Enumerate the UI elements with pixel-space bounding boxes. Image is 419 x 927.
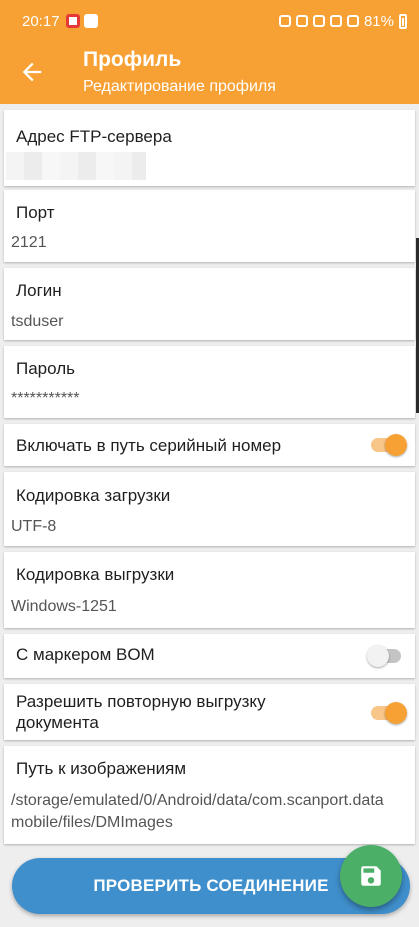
system-icons: 81% bbox=[278, 12, 407, 30]
port-label: Порт bbox=[16, 203, 55, 222]
bom-marker-toggle[interactable] bbox=[367, 645, 401, 667]
mute-icon bbox=[312, 15, 325, 27]
login-field[interactable]: Логин tsduser bbox=[4, 268, 415, 340]
wifi-icon bbox=[329, 15, 342, 27]
upload-encoding-field[interactable]: Кодировка загрузки UTF-8 bbox=[4, 472, 415, 546]
bluetooth-icon bbox=[295, 15, 308, 27]
repeat-upload-row[interactable]: Разрешить повторную выгрузку документа bbox=[4, 684, 415, 740]
serial-in-path-toggle[interactable] bbox=[371, 434, 407, 456]
serial-in-path-label: Включать в путь серийный номер bbox=[16, 436, 282, 455]
repeat-upload-toggle[interactable] bbox=[371, 702, 407, 724]
port-value: 2121 bbox=[11, 234, 47, 251]
arrow-left-icon[interactable] bbox=[18, 58, 46, 86]
page-subtitle: Редактирование профиля bbox=[83, 78, 276, 95]
toggle-knob bbox=[385, 434, 407, 456]
toggle-knob bbox=[367, 645, 389, 667]
page-title: Профиль bbox=[83, 48, 182, 71]
login-label: Логин bbox=[16, 281, 62, 300]
floppy-disk-icon bbox=[361, 866, 381, 886]
login-value: tsduser bbox=[11, 313, 64, 330]
toggle-knob bbox=[385, 702, 407, 724]
app-notification-icon bbox=[83, 14, 98, 28]
ftp-server-value-redacted bbox=[6, 152, 146, 180]
status-bar: 20:17 81% bbox=[0, 0, 419, 42]
password-field[interactable]: Пароль *********** bbox=[4, 346, 415, 418]
download-encoding-value: Windows-1251 bbox=[11, 598, 117, 615]
images-path-label: Путь к изображениям bbox=[16, 759, 187, 778]
upload-encoding-label: Кодировка загрузки bbox=[16, 486, 171, 505]
save-button[interactable] bbox=[340, 845, 402, 907]
serial-in-path-row[interactable]: Включать в путь серийный номер bbox=[4, 424, 415, 466]
status-time: 20:17 bbox=[22, 12, 60, 30]
download-encoding-label: Кодировка выгрузки bbox=[16, 565, 175, 584]
download-encoding-field[interactable]: Кодировка выгрузки Windows-1251 bbox=[4, 552, 415, 628]
notification-icons bbox=[65, 14, 98, 28]
images-path-field[interactable]: Путь к изображениям /storage/emulated/0/… bbox=[4, 746, 415, 844]
alarm-icon bbox=[278, 15, 291, 27]
bom-marker-label: С маркером BOM bbox=[16, 645, 155, 664]
repeat-upload-label: Разрешить повторную выгрузку документа bbox=[16, 692, 266, 732]
app-bar: Профиль Редактирование профиля bbox=[0, 42, 419, 104]
images-path-value: /storage/emulated/0/Android/data/com.sca… bbox=[11, 792, 384, 831]
password-label: Пароль bbox=[16, 359, 75, 378]
battery-icon bbox=[399, 13, 407, 29]
app-notification-icon bbox=[65, 14, 80, 28]
battery-percent: 81% bbox=[363, 12, 394, 30]
bom-marker-row[interactable]: С маркером BOM bbox=[4, 634, 415, 678]
upload-encoding-value: UTF-8 bbox=[11, 518, 57, 535]
ftp-server-field[interactable]: Адрес FTP-сервера bbox=[4, 110, 415, 186]
password-value: *********** bbox=[11, 390, 80, 407]
port-field[interactable]: Порт 2121 bbox=[4, 190, 415, 262]
signal-icon bbox=[346, 15, 359, 27]
ftp-server-label: Адрес FTP-сервера bbox=[16, 127, 172, 146]
